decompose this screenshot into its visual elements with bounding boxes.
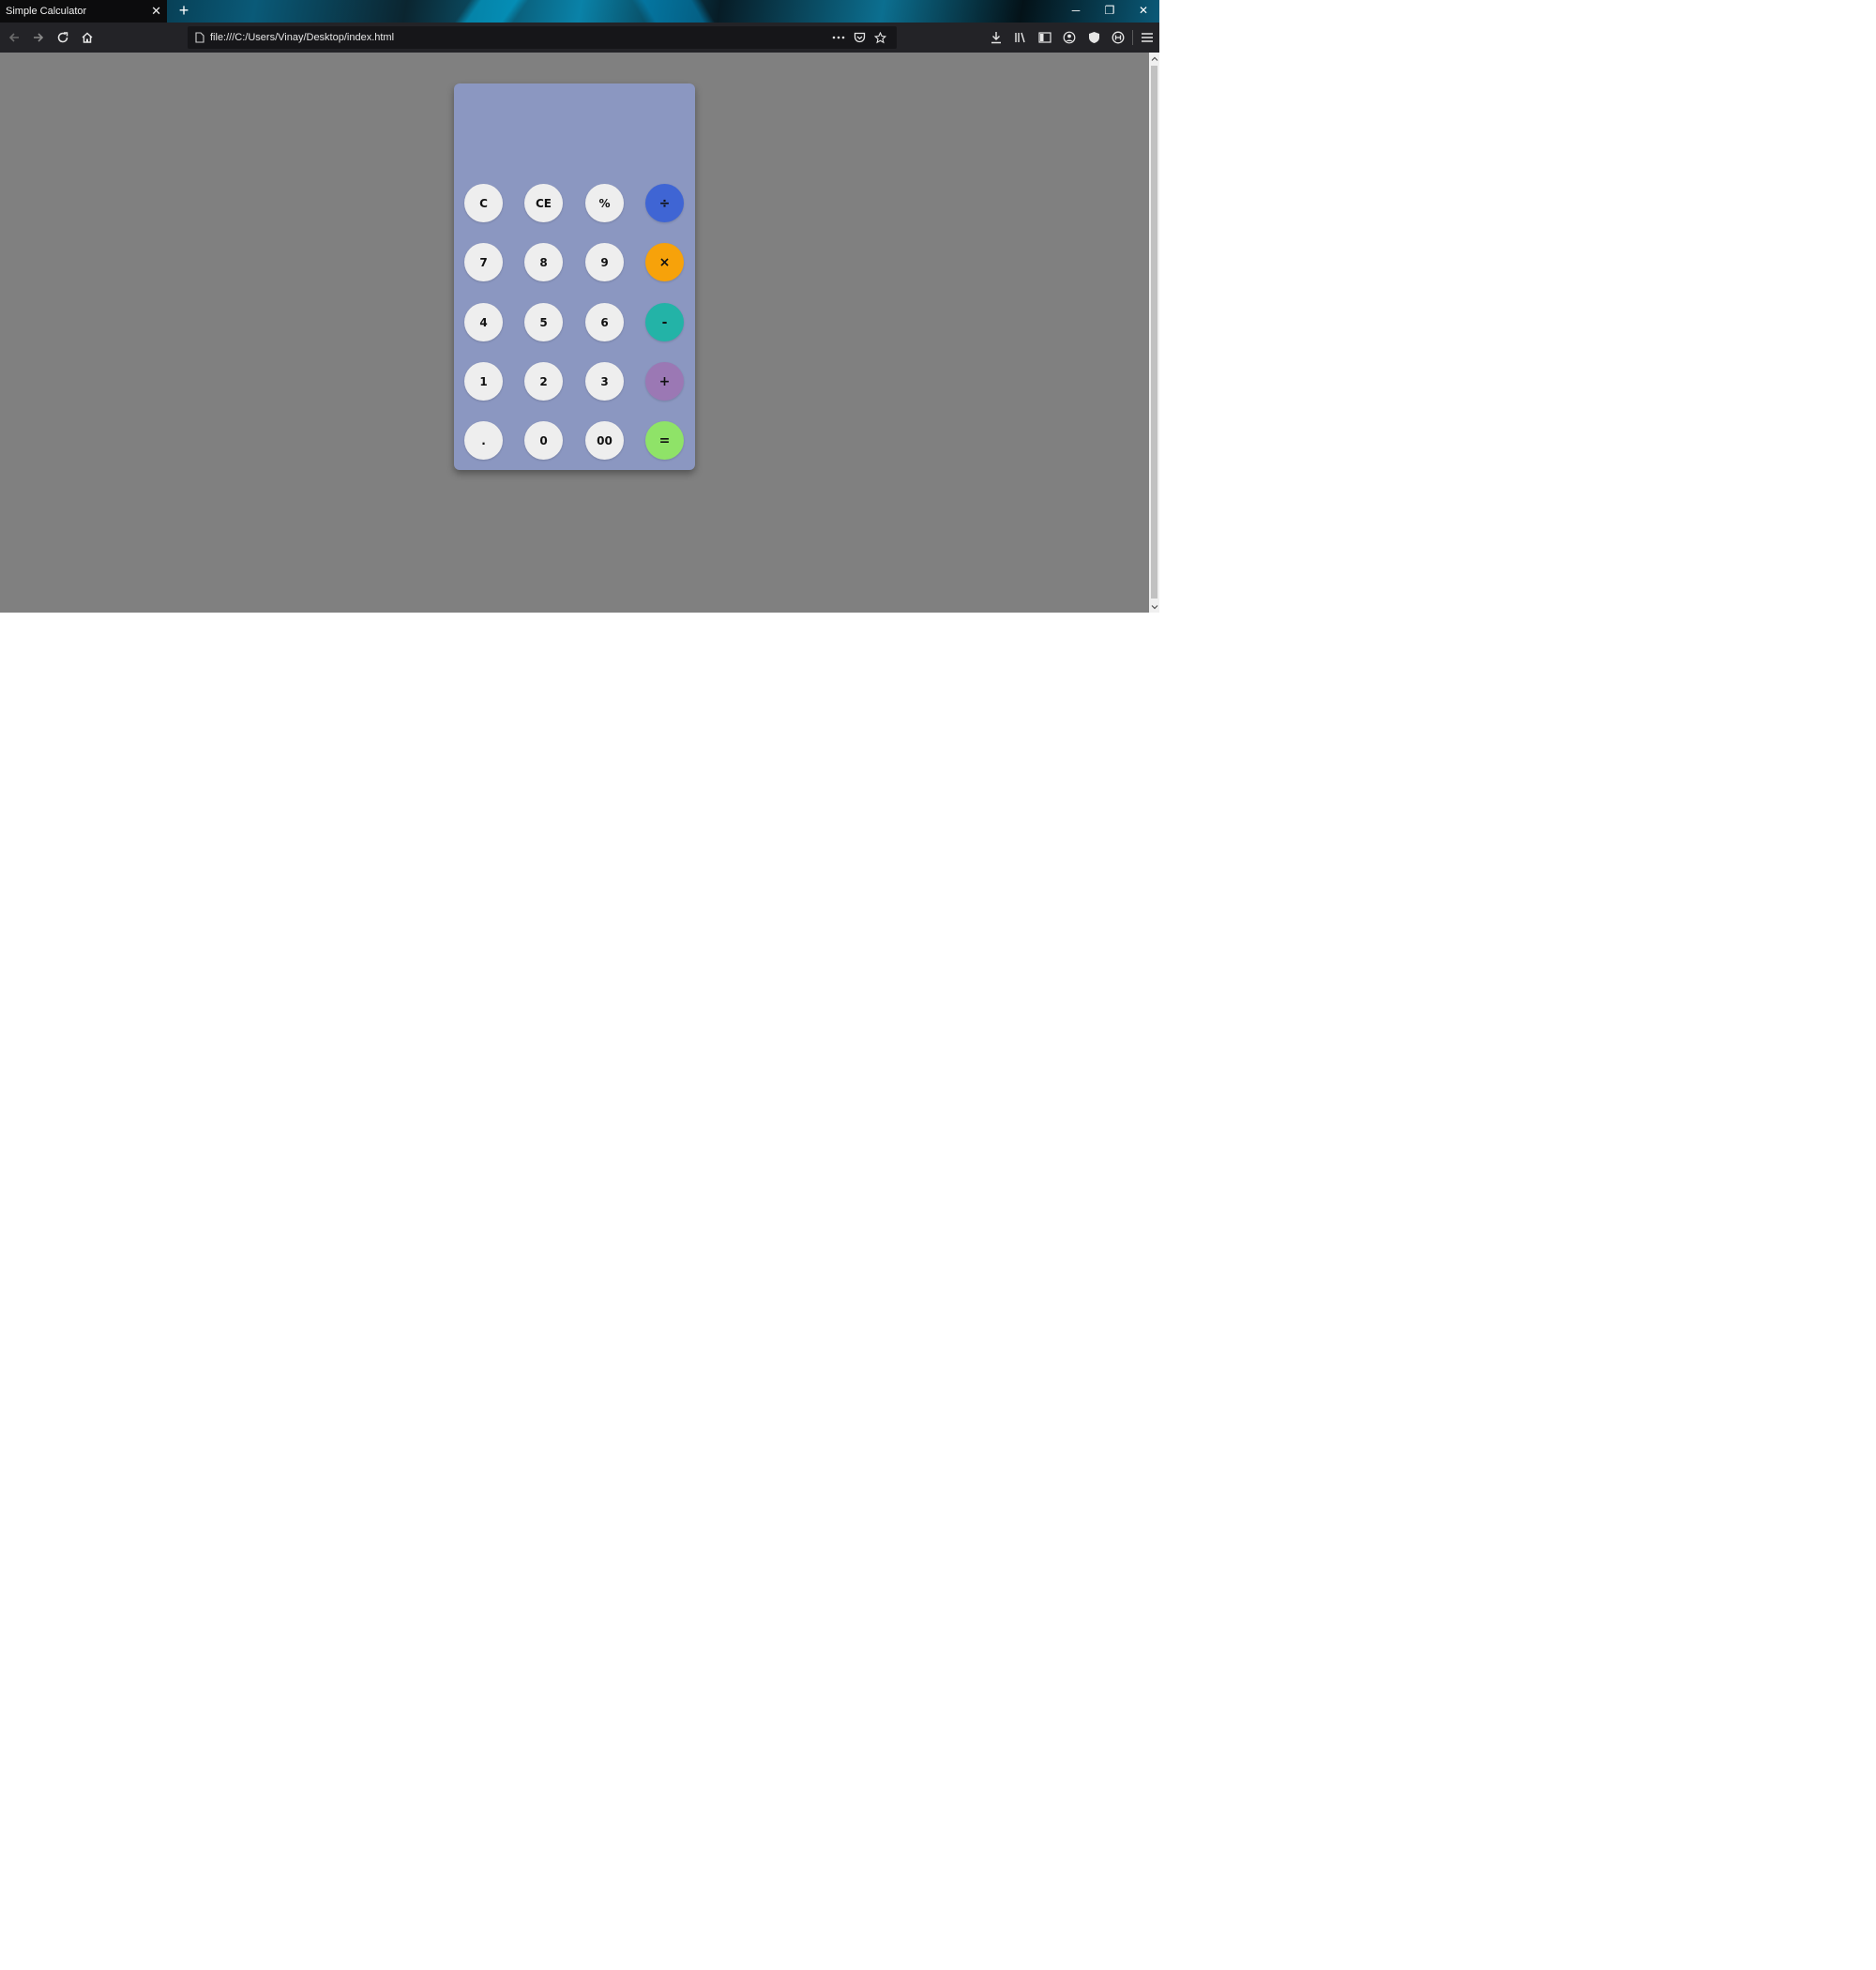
tab-simple-calculator[interactable]: Simple Calculator ✕ xyxy=(0,0,167,23)
tab-close-icon[interactable]: ✕ xyxy=(151,0,161,23)
digit-5-button[interactable]: 5 xyxy=(524,303,563,341)
page-icon xyxy=(195,32,204,43)
add-button[interactable]: + xyxy=(645,362,684,401)
back-button[interactable] xyxy=(3,26,25,49)
percent-button[interactable]: % xyxy=(585,184,624,222)
restore-button[interactable]: ❐ xyxy=(1094,0,1126,23)
more-dots-icon xyxy=(832,36,845,39)
vertical-scrollbar[interactable] xyxy=(1149,53,1159,613)
digit-6-button[interactable]: 6 xyxy=(585,303,624,341)
pocket-button[interactable] xyxy=(848,26,870,49)
divide-button[interactable]: ÷ xyxy=(645,184,684,222)
browser-window: Simple Calculator ✕ + ─ ❐ ✕ file:///C:/U… xyxy=(0,0,1159,613)
chevron-up-icon xyxy=(1151,56,1157,61)
digit-1-button[interactable]: 1 xyxy=(464,362,503,401)
library-button[interactable] xyxy=(1009,26,1032,49)
star-icon xyxy=(873,31,886,43)
digit-3-button[interactable]: 3 xyxy=(585,362,624,401)
calculator: C CE % ÷ 7 8 9 × 4 5 6 - 1 2 3 + . 0 00 … xyxy=(454,83,695,470)
clear-button[interactable]: C xyxy=(464,184,503,222)
bookmark-button[interactable] xyxy=(869,26,891,49)
toolbar-divider xyxy=(1132,30,1133,45)
home-icon xyxy=(82,32,93,43)
digit-4-button[interactable]: 4 xyxy=(464,303,503,341)
close-window-button[interactable]: ✕ xyxy=(1127,0,1159,23)
digit-8-button[interactable]: 8 xyxy=(524,243,563,281)
decimal-point-button[interactable]: . xyxy=(464,421,503,460)
clear-entry-button[interactable]: CE xyxy=(524,184,563,222)
home-button[interactable] xyxy=(76,26,98,49)
pocket-icon xyxy=(854,32,865,43)
new-tab-button[interactable]: + xyxy=(174,0,193,23)
nav-toolbar: file:///C:/Users/Vinay/Desktop/index.htm… xyxy=(0,23,1159,53)
extension-badge-icon xyxy=(1112,31,1125,44)
digit-2-button[interactable]: 2 xyxy=(524,362,563,401)
digit-7-button[interactable]: 7 xyxy=(464,243,503,281)
tab-strip: Simple Calculator ✕ + ─ ❐ ✕ xyxy=(0,0,1159,23)
equals-button[interactable]: = xyxy=(645,421,684,460)
digit-0-button[interactable]: 0 xyxy=(524,421,563,460)
downloads-button[interactable] xyxy=(985,26,1007,49)
extension-button[interactable] xyxy=(1107,26,1129,49)
shield-icon xyxy=(1088,32,1099,43)
tab-title: Simple Calculator xyxy=(6,6,87,17)
back-arrow-icon xyxy=(8,33,19,42)
forward-arrow-icon xyxy=(34,33,44,42)
shield-extension-button[interactable] xyxy=(1082,26,1105,49)
address-bar[interactable]: file:///C:/Users/Vinay/Desktop/index.htm… xyxy=(188,26,897,49)
sidebar-icon xyxy=(1038,32,1051,43)
download-icon xyxy=(991,32,1001,44)
double-zero-button[interactable]: 00 xyxy=(585,421,624,460)
scrollbar-thumb[interactable] xyxy=(1151,66,1157,599)
page-actions-button[interactable] xyxy=(827,26,850,49)
digit-9-button[interactable]: 9 xyxy=(585,243,624,281)
subtract-button[interactable]: - xyxy=(645,303,684,341)
scroll-down-button[interactable] xyxy=(1149,601,1159,613)
reload-icon xyxy=(57,32,68,43)
scroll-up-button[interactable] xyxy=(1149,53,1159,64)
multiply-button[interactable]: × xyxy=(645,243,684,281)
account-icon xyxy=(1063,31,1076,44)
sidebar-button[interactable] xyxy=(1034,26,1056,49)
minimize-button[interactable]: ─ xyxy=(1060,0,1092,23)
hamburger-menu-icon xyxy=(1142,33,1153,42)
calculator-display xyxy=(463,93,686,177)
account-button[interactable] xyxy=(1058,26,1081,49)
chevron-down-icon xyxy=(1151,604,1157,609)
url-text: file:///C:/Users/Vinay/Desktop/index.htm… xyxy=(210,32,395,43)
library-icon xyxy=(1015,32,1025,43)
menu-button[interactable] xyxy=(1136,26,1158,49)
reload-button[interactable] xyxy=(52,26,74,49)
forward-button[interactable] xyxy=(27,26,50,49)
